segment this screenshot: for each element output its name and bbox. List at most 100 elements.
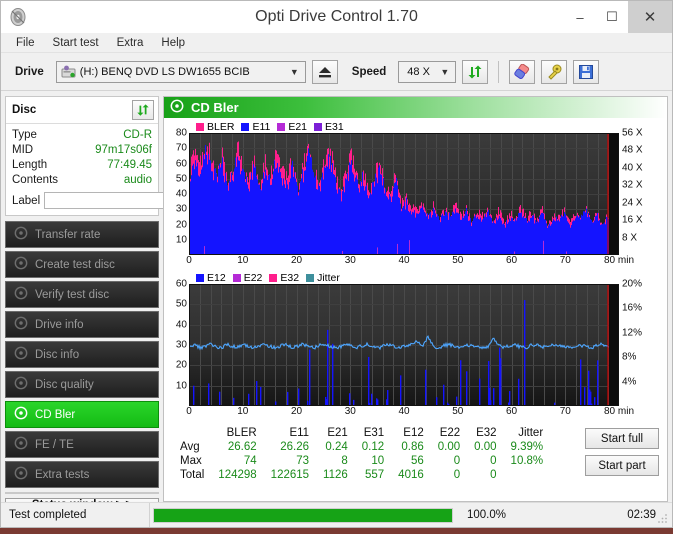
y-tick-label: 60 <box>175 158 187 169</box>
drive-label: Drive <box>15 65 44 78</box>
y-tick-label: 10 <box>175 234 187 246</box>
drive-select[interactable]: (H:) BENQ DVD LS DW1655 BCIB ▼ <box>55 60 306 83</box>
test-button-disc-quality[interactable]: Disc quality <box>5 371 159 398</box>
disc-row-type: Type CD-R <box>12 128 152 143</box>
progress-bar-fill <box>154 508 452 522</box>
legend-item-e21: E21 <box>277 121 307 133</box>
test-button-label: Disc quality <box>35 378 94 391</box>
x-tick-label: 30 <box>344 255 356 266</box>
sidebar-filler <box>5 492 159 494</box>
disc-row-contents: Contents audio <box>12 173 152 188</box>
toolbar: Drive (H:) BENQ DVD LS DW1655 BCIB ▼ Spe… <box>1 53 672 91</box>
stats-cell: 0.00 <box>437 441 461 453</box>
menu-item-help[interactable]: Help <box>152 35 194 51</box>
save-button[interactable] <box>573 59 600 84</box>
menu-item-file[interactable]: File <box>7 35 44 51</box>
refresh-button[interactable] <box>462 59 489 84</box>
y2-tick-label: 40 X <box>622 162 643 174</box>
legend-label: E22 <box>243 271 263 284</box>
sidebar: Disc Type CD-R MID 97m17s06f Length 77:4… <box>1 92 245 512</box>
disc-label-key: Label <box>12 194 41 207</box>
stats-cell: 124298 <box>218 469 257 481</box>
disc-row-key: Contents <box>12 174 59 186</box>
legend-label: E31 <box>325 120 344 133</box>
main-panel: CD Bler BLER E11 E21 E31 10 20 30 40 50 … <box>163 92 672 502</box>
x-tick-label: 50 <box>452 255 464 266</box>
disc-panel-header: Disc <box>6 97 158 124</box>
table-row: Max 74 73 8 10 56 0 0 10.8% <box>172 454 550 468</box>
test-button-extra-tests[interactable]: Extra tests <box>5 461 159 488</box>
legend-item-e31: E31 <box>314 121 344 133</box>
x-tick-label: 40 <box>398 406 410 417</box>
chevron-down-icon: ▼ <box>289 66 299 77</box>
x-tick-label: 20 <box>290 406 303 417</box>
stats-cell: 0.24 <box>325 441 348 453</box>
x-tick-label: 40 <box>398 255 410 266</box>
app-window: Opti Drive Control 1.70 – ☐ ✕ File Start… <box>0 0 673 528</box>
test-button-fe-te[interactable]: FE / TE <box>5 431 159 458</box>
stats-col-e32: E32 <box>476 427 497 439</box>
title-bar: Opti Drive Control 1.70 – ☐ ✕ <box>1 1 672 33</box>
disc-refresh-button[interactable] <box>132 100 154 120</box>
stats-section: BLER E11 E21 E31 E12 E22 E32 Jitter Avg … <box>164 420 667 482</box>
progress-bar <box>153 507 453 523</box>
legend-item-e22: E22 <box>232 271 263 284</box>
menu-item-start-test[interactable]: Start test <box>44 35 108 51</box>
maximize-button[interactable]: ☐ <box>596 1 628 33</box>
menu-item-extra[interactable]: Extra <box>108 35 153 51</box>
main-content: Disc Type CD-R MID 97m17s06f Length 77:4… <box>1 92 672 512</box>
test-button-cd-bler[interactable]: CD Bler <box>5 401 159 428</box>
stats-cell: 26.26 <box>280 441 310 453</box>
stats-col-e21: E21 <box>327 427 348 439</box>
test-button-verify-test-disc[interactable]: Verify test disc <box>5 281 159 308</box>
disc-row-mid: MID 97m17s06f <box>12 143 152 158</box>
window-controls: – ☐ ✕ <box>564 1 672 33</box>
disc-label-row: Label <box>12 191 245 210</box>
test-button-list: Transfer rate Create test disc Verify te… <box>5 221 159 488</box>
disc-row-key: Length <box>12 159 48 171</box>
bler-plot-row: 10 20 30 40 50 60 70 80 8 X 16 X 24 X 32 X 40 X 48 X… <box>166 128 665 255</box>
stats-cell: 10 <box>371 455 385 467</box>
start-part-button[interactable]: Start part <box>585 455 659 476</box>
tools-button[interactable] <box>541 59 568 84</box>
disc-icon <box>170 99 184 116</box>
x-tick-label: 0 <box>186 406 192 417</box>
x-tick-label: 10 <box>237 406 249 417</box>
test-button-transfer-rate[interactable]: Transfer rate <box>5 221 159 248</box>
test-button-drive-info[interactable]: Drive info <box>5 311 159 338</box>
erase-button[interactable] <box>509 59 536 84</box>
y2-tick-label: 20% <box>622 278 643 290</box>
menu-bar: File Start test Extra Help <box>1 33 672 53</box>
test-button-create-test-disc[interactable]: Create test disc <box>5 251 159 278</box>
stats-col-bler: BLER <box>226 427 257 439</box>
stats-col-e31: E31 <box>363 427 385 439</box>
stats-cell: 0.00 <box>474 441 497 453</box>
test-button-label: Drive info <box>35 318 84 331</box>
test-button-label: Create test disc <box>35 258 115 271</box>
speed-select[interactable]: 48 X ▼ <box>398 60 457 83</box>
test-button-disc-info[interactable]: Disc info <box>5 341 159 368</box>
disc-row-value: 97m17s06f <box>95 144 152 156</box>
close-button[interactable]: ✕ <box>628 1 672 33</box>
resize-grip-icon[interactable] <box>657 512 669 524</box>
legend-label: BLER <box>207 120 235 133</box>
stats-cell: 0 <box>453 469 461 481</box>
y2-tick-label: 16% <box>622 302 643 314</box>
legend-label: E21 <box>288 120 308 133</box>
start-full-button[interactable]: Start full <box>585 428 659 449</box>
minimize-button[interactable]: – <box>564 1 596 33</box>
stats-cell: 26.62 <box>227 441 257 453</box>
eject-button[interactable] <box>311 59 338 84</box>
y-tick-label: 30 <box>175 203 187 215</box>
charts-area: BLER E11 E21 E31 10 20 30 40 50 60 70 80… <box>164 118 667 420</box>
jitter-plot-row: 10 20 30 40 50 60 4% 8% 12% 16% 20% <box>166 279 665 406</box>
legend-item-e32: E32 <box>269 272 299 284</box>
jitter-x-axis: 0 10 20 30 40 50 60 70 80 min <box>186 406 665 420</box>
test-button-label: Transfer rate <box>35 228 101 241</box>
x-tick-label: 80 min <box>603 255 635 266</box>
progress-cell <box>149 503 459 527</box>
disc-panel-title: Disc <box>12 104 37 116</box>
legend-swatch <box>269 273 278 282</box>
y2-tick-label: 12% <box>622 327 643 339</box>
stats-cell: 0.86 <box>401 441 424 453</box>
